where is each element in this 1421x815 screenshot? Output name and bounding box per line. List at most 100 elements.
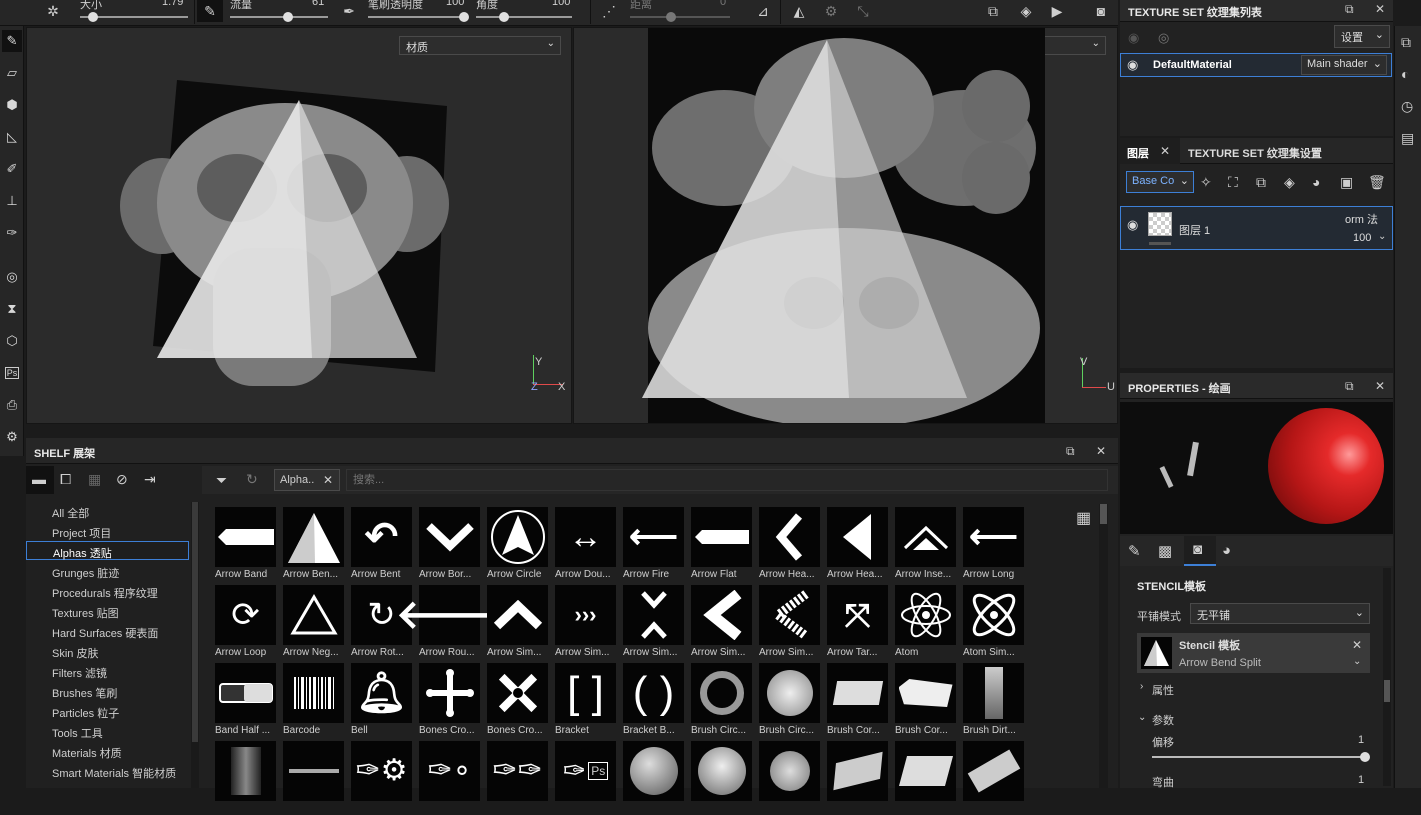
bake-icon[interactable]: ◎ [2,266,22,288]
screenshot-icon[interactable]: ◙ [1090,0,1112,22]
hide-all-icon[interactable]: ◉ [1128,30,1139,46]
shelf-tile[interactable]: Brush Circ... [691,663,752,737]
shelf-tile[interactable]: Arrow Hea... [827,507,888,581]
category-hard-surfaces[interactable]: Hard Surfaces 硬表面 [26,622,189,641]
shelf-tile[interactable]: ⤧ Arrow Tar... [827,585,888,659]
layer-name[interactable]: 图层 1 [1179,222,1210,238]
shelf-tile[interactable]: ( ) Bracket B... [623,663,684,737]
settings-dropdown[interactable]: 设置 ⌄ [1334,25,1390,48]
tab-layers[interactable]: 图层 ✕ [1120,138,1180,164]
flow-slider[interactable] [230,16,328,18]
flow-slider-knob[interactable] [283,12,293,22]
offset-slider-knob[interactable] [1360,752,1370,762]
shelf-tile[interactable]: Arrow Inse... [895,507,956,581]
spacing-value[interactable]: 0 [720,0,726,8]
filter-icon[interactable]: ⏷ [216,472,227,489]
shelf-tile[interactable]: Barcode [283,663,344,737]
tab-texture-set-settings[interactable]: TEXTURE SET 纹理集设置 [1188,145,1322,161]
shelf-tile[interactable]: Bones Cro... [487,663,548,737]
layer-opacity[interactable]: 100 [1353,232,1371,244]
shelf-tile[interactable]: Arrow Sim... [487,585,548,659]
shelf-tile[interactable]: ⟳ Arrow Loop [215,585,276,659]
viewport-3d[interactable]: 材质 ⌄ Y X Z [26,27,572,424]
lazy-mouse-icon[interactable]: ⋰ [598,0,620,22]
eye-visible-icon[interactable]: ◉ [1127,57,1138,73]
texture-projection-icon[interactable]: ⚙ [820,0,842,22]
shelf-tile[interactable]: Arrow Hea... [759,507,820,581]
shelf-tile[interactable]: ↔ Arrow Dou... [555,507,616,581]
import-icon[interactable]: ⇥ [144,471,156,488]
symmetry-icon[interactable]: ⊿ [752,0,774,22]
shelf-tile[interactable]: Arrow Sim... [623,585,684,659]
category-skin[interactable]: Skin 皮肤 [26,642,189,661]
category-project[interactable]: Project 项目 [26,522,189,541]
close-icon[interactable]: ✕ [1375,2,1385,16]
shelf-tile[interactable] [759,741,820,815]
category-particles[interactable]: Particles 粒子 [26,702,189,721]
filter-tag-alphas[interactable]: Alpha.. ✕ [274,469,340,491]
tiling-dropdown[interactable]: 无平铺 ⌄ [1190,603,1370,624]
alpha-tab[interactable]: ◙ [1184,536,1216,566]
shelf-tile[interactable]: ⟵ Arrow Long [963,507,1024,581]
shelf-tile[interactable]: Brush Cor... [827,663,888,737]
save-icon[interactable]: ▦ [88,471,101,488]
shelf-tile[interactable]: ✑✑ [487,741,548,815]
spacing-slider[interactable] [630,16,730,18]
shelf-tile[interactable]: Brush Circ... [759,663,820,737]
delete-layer-icon[interactable]: 🗑 [1368,174,1386,191]
texture-set-row[interactable]: ◉ DefaultMaterial Main shader ⌄ [1120,53,1392,77]
uv-projection-icon[interactable]: ⤡ [852,0,874,22]
category-filters[interactable]: Filters 滤镜 [26,662,189,681]
stencil-tab-icon[interactable]: ◕ [1222,542,1231,559]
shelf-tile[interactable]: ✑ Ps [555,741,616,815]
shelf-tile[interactable] [895,741,956,815]
mirror-icon[interactable]: ◭ [788,0,810,22]
properties-scrollbar[interactable] [1383,568,1391,786]
shelf-tile[interactable] [963,741,1024,815]
bend-value[interactable]: 1 [1358,774,1364,786]
layer-blend-mode[interactable]: orm 法 [1345,211,1378,227]
brush-tab-icon[interactable]: ✎ [1128,542,1141,560]
size-value[interactable]: 1.79 [162,0,183,8]
shelf-tile[interactable]: Arrow Bor... [419,507,480,581]
chevron-down-icon[interactable]: ⌄ [1138,712,1146,723]
projection-icon[interactable]: ⬢ [2,94,22,116]
paint-brush-icon[interactable]: ✎ [2,30,22,52]
shader-dropdown[interactable]: Main shader ⌄ [1301,55,1387,75]
category-alphas[interactable]: Alphas 透贴 [26,541,189,560]
camera-3d-icon[interactable]: ◈ [1015,0,1037,22]
shelf-tile[interactable] [283,741,344,815]
shelf-tile[interactable]: ✑∘ [419,741,480,815]
angle-value[interactable]: 100 [552,0,570,8]
shelf-tile[interactable]: [ ] Bracket [555,663,616,737]
export-icon[interactable]: ⎙ [2,394,22,416]
shelf-tile[interactable]: Atom Sim... [963,585,1024,659]
view-layout-icon[interactable]: ⧉ [982,0,1004,22]
attributes-section[interactable]: 属性 [1152,682,1174,698]
maximize-icon[interactable]: ⧉ [1345,379,1354,394]
refresh-icon[interactable]: ↻ [246,471,258,488]
shelf-tile[interactable]: ››› Arrow Sim... [555,585,616,659]
stroke-opacity-value[interactable]: 100 [446,0,464,8]
clone-stamp-icon[interactable]: ⊥ [2,190,22,212]
shelf-tile[interactable]: Band Half ... [215,663,276,737]
viewport-2d[interactable]: 材质 ⌄ V U [573,27,1118,424]
angle-slider[interactable] [476,16,572,18]
shelf-tile[interactable]: Arrow Circle [487,507,548,581]
brush-tool-icon[interactable]: ✎ [197,0,223,22]
category-smart-materials[interactable]: Smart Materials 智能材质 [26,762,189,781]
plugin-icon[interactable]: ⬡ [2,330,22,352]
angle-slider-knob[interactable] [499,12,509,22]
add-effect-icon[interactable]: ✧ [1200,174,1212,191]
photoshop-icon[interactable]: Ps [2,362,22,384]
shelf-search-input[interactable] [346,469,1108,491]
offset-slider[interactable] [1152,756,1364,758]
shelf-tile[interactable] [827,741,888,815]
video-camera-icon[interactable]: ▶ [1046,0,1068,22]
eraser-icon[interactable]: ▱ [2,62,22,84]
close-icon[interactable]: ✕ [323,473,333,487]
folder-view-button[interactable]: ▬ [26,466,54,494]
history-icon[interactable]: ◷ [1401,98,1413,115]
shelf-tile[interactable]: 🡐 Arrow Rou... [396,585,503,659]
shelf-tile[interactable]: Arrow Band [215,507,276,581]
